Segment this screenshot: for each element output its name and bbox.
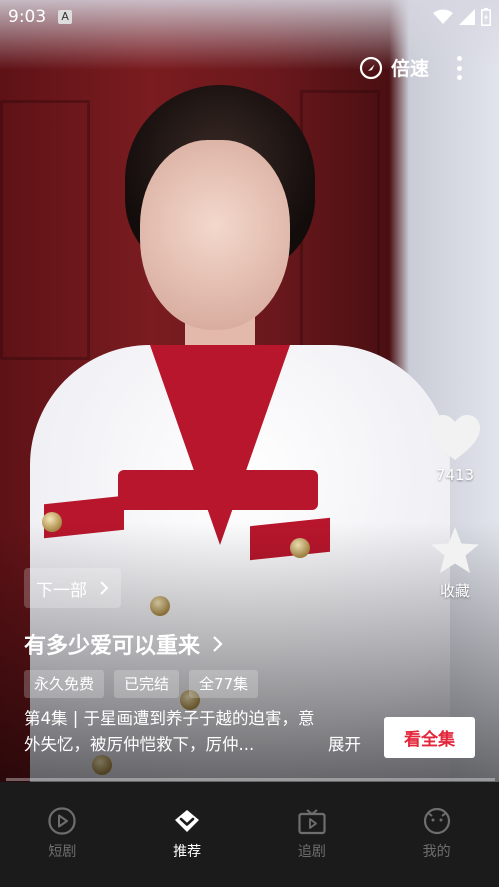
episode-description: 第4集 | 于星画遭到养子于越的迫害，意 外失忆，被厉仲恺救下，厉仲...	[24, 706, 324, 758]
status-bar: 9:03 A	[0, 0, 499, 34]
nav-label: 我的	[422, 844, 451, 860]
face-icon	[423, 807, 450, 835]
chevron-right-icon	[213, 636, 223, 652]
like-count: 7413	[435, 466, 475, 484]
playback-speed-label: 倍速	[390, 58, 429, 80]
drama-tags: 永久免费 已完结 全77集	[24, 670, 259, 698]
video-figure-collar	[150, 345, 290, 545]
status-time: 9:03	[8, 7, 47, 27]
chevron-right-icon	[100, 581, 109, 595]
bottom-navigation: 短剧 推荐 追剧 我的	[0, 782, 499, 887]
drama-title: 有多少爱可以重来	[24, 634, 201, 659]
status-icons	[433, 8, 491, 26]
more-icon-dot	[456, 65, 462, 71]
video-figure-inner	[118, 470, 318, 510]
nav-item-recommend[interactable]: 推荐	[125, 782, 250, 887]
more-options-button[interactable]	[449, 54, 469, 82]
speedometer-icon	[359, 56, 383, 79]
playback-speed-button[interactable]: 倍速	[359, 54, 429, 81]
battery-icon	[481, 8, 491, 26]
door-panel	[0, 100, 90, 360]
drama-title-link[interactable]: 有多少爱可以重来	[24, 628, 223, 660]
watch-all-button[interactable]: 看全集	[384, 717, 475, 758]
like-button[interactable]: 7413	[427, 414, 483, 484]
status-notification-icon: A	[58, 10, 73, 24]
next-drama-label: 下一部	[36, 580, 87, 601]
tag-episodes: 全77集	[189, 670, 259, 698]
video-player[interactable]	[0, 0, 499, 782]
nav-label: 推荐	[173, 844, 202, 860]
playback-progress-bar[interactable]	[6, 778, 495, 781]
next-drama-button[interactable]: 下一部	[24, 568, 121, 608]
star-icon	[431, 527, 479, 573]
description-line: 第4集 | 于星画遭到养子于越的迫害，意	[24, 709, 315, 728]
nav-label: 短剧	[48, 844, 77, 860]
collect-button[interactable]: 收藏	[427, 526, 483, 601]
more-icon-dot	[456, 75, 462, 80]
signal-icon	[459, 9, 475, 25]
play-circle-icon	[48, 807, 76, 835]
nav-label: 追剧	[297, 844, 326, 860]
expand-description-button[interactable]: 展开	[328, 732, 361, 758]
wifi-icon	[433, 9, 453, 24]
diamond-icon	[175, 810, 200, 832]
door-panel	[300, 90, 380, 380]
nav-item-following[interactable]: 追剧	[250, 782, 375, 887]
collect-label: 收藏	[439, 582, 470, 600]
nav-item-shorts[interactable]: 短剧	[0, 782, 125, 887]
video-figure-face	[140, 140, 290, 330]
more-icon-dot	[456, 56, 462, 61]
tv-icon	[298, 809, 326, 835]
tag-free: 永久免费	[24, 670, 105, 698]
tag-completed: 已完结	[114, 670, 180, 698]
description-line: 外失忆，被厉仲恺救下，厉仲...	[24, 735, 255, 754]
heart-icon	[430, 415, 480, 460]
nav-item-profile[interactable]: 我的	[374, 782, 499, 887]
